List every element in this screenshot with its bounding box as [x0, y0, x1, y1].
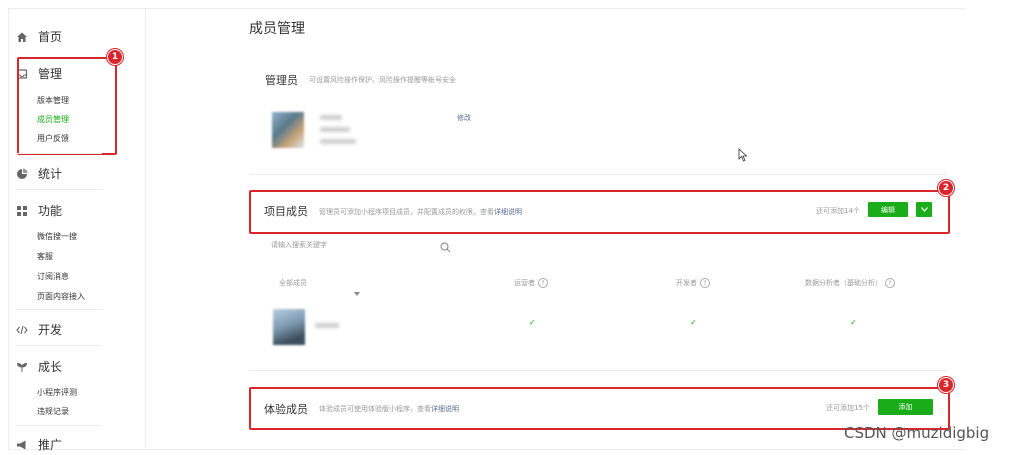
- megaphone-icon: [16, 439, 28, 451]
- sidebar-divider: [16, 345, 102, 346]
- admin-edit-link[interactable]: 修改: [457, 113, 471, 123]
- sidebar-item-stats[interactable]: 统计: [16, 165, 62, 182]
- sidebar-item-dev[interactable]: 开发: [16, 321, 62, 338]
- sidebar-item-label: 推广: [38, 438, 63, 452]
- admin-id-blurred: [320, 127, 350, 132]
- search-icon[interactable]: [440, 238, 451, 257]
- sidebar-subitem-violations[interactable]: 违规记录: [37, 406, 69, 417]
- sidebar-subitem-service[interactable]: 客服: [37, 251, 53, 262]
- sidebar-item-label: 功能: [38, 204, 63, 218]
- annotation-badge-2: 2: [938, 180, 954, 196]
- code-icon: [16, 324, 28, 336]
- checkmark-icon: ✓: [690, 318, 697, 327]
- sidebar-subitem-subscribe[interactable]: 订阅消息: [37, 271, 69, 282]
- pie-chart-icon: [16, 168, 28, 180]
- column-label: 数据分析者（基础分析）: [805, 279, 882, 287]
- member-name-blurred: [315, 323, 339, 328]
- sidebar-subitem-evaluation[interactable]: 小程序评测: [37, 387, 77, 398]
- sidebar-subitem-search[interactable]: 微信搜一搜: [37, 231, 77, 242]
- watermark: CSDN @muzidigbig: [844, 424, 990, 442]
- sidebar-divider: [16, 309, 102, 310]
- section-divider: [249, 174, 947, 175]
- column-header-developer: 开发者?: [676, 278, 710, 288]
- column-label: 全部成员: [279, 279, 307, 287]
- column-header-analyst: 数据分析者（基础分析）?: [805, 278, 895, 288]
- section-divider: [249, 370, 947, 371]
- sidebar-divider: [16, 153, 102, 154]
- page-title: 成员管理: [249, 21, 305, 37]
- column-label: 运营者: [514, 279, 535, 287]
- grid-icon: [16, 205, 28, 217]
- member-search-input[interactable]: 请输入搜索关键字: [271, 240, 327, 250]
- caret-down-icon[interactable]: [354, 281, 360, 300]
- column-label: 开发者: [676, 279, 697, 287]
- annotation-box-2: [249, 190, 950, 234]
- sidebar-item-home[interactable]: 首页: [16, 28, 62, 45]
- checkmark-icon: ✓: [850, 318, 857, 327]
- sprout-icon: [16, 361, 28, 373]
- mouse-cursor-icon: [738, 147, 748, 166]
- avatar: [273, 309, 305, 345]
- help-icon[interactable]: ?: [885, 278, 895, 288]
- sidebar-subitem-content[interactable]: 页面内容接入: [37, 291, 85, 302]
- sidebar-item-label: 首页: [38, 30, 63, 44]
- admin-date-blurred: [320, 139, 356, 144]
- annotation-badge-1: 1: [107, 49, 123, 65]
- help-icon[interactable]: ?: [538, 278, 548, 288]
- admin-name-blurred: [320, 115, 342, 120]
- column-header-operator: 运营者?: [514, 278, 548, 288]
- sidebar-item-label: 统计: [38, 167, 63, 181]
- annotation-badge-3: 3: [938, 377, 954, 393]
- sidebar-divider: [16, 425, 102, 426]
- checkmark-icon: ✓: [529, 318, 536, 327]
- help-icon[interactable]: ?: [700, 278, 710, 288]
- annotation-box-1: [17, 57, 117, 155]
- sidebar-item-label: 成长: [38, 360, 63, 374]
- sidebar-item-features[interactable]: 功能: [16, 202, 62, 219]
- sidebar-divider: [16, 189, 102, 190]
- admin-section-desc: 可设置风险操作保护、风险操作提醒等帐号安全: [309, 76, 456, 84]
- sidebar-item-growth[interactable]: 成长: [16, 358, 62, 375]
- admin-section-title: 管理员: [265, 74, 298, 87]
- column-header-all-members[interactable]: 全部成员: [279, 278, 307, 288]
- sidebar-item-promote[interactable]: 推广: [16, 436, 62, 453]
- home-icon: [16, 31, 28, 43]
- sidebar-item-label: 开发: [38, 323, 63, 337]
- avatar: [272, 112, 304, 148]
